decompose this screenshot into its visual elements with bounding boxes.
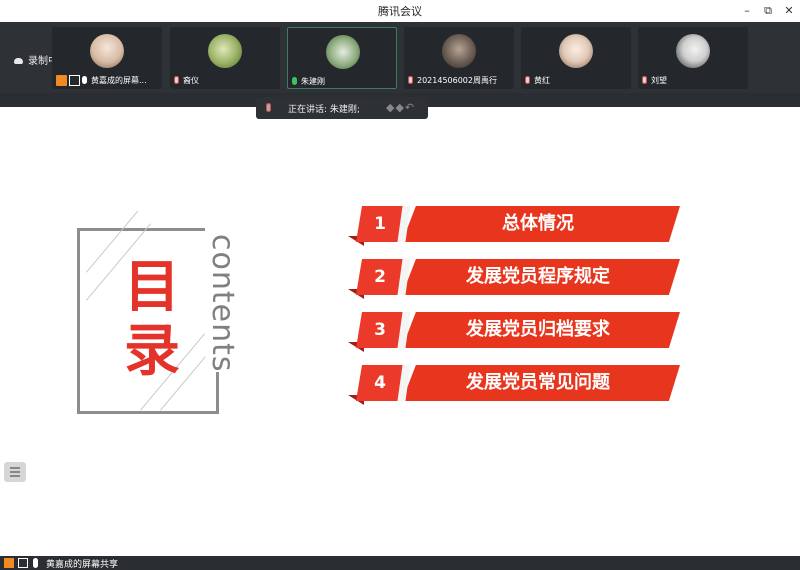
share-status-bar: 黄嘉成的屏幕共享: [0, 556, 800, 570]
toc-text: 发展党员常见问题: [466, 372, 610, 393]
screen-share-icon: [18, 558, 28, 568]
participant-tile[interactable]: 黄嘉成的屏幕...: [52, 27, 162, 89]
mic-icon: [82, 76, 87, 84]
participant-tile[interactable]: 朱建刚: [287, 27, 397, 89]
participant-name: 刘望: [651, 75, 667, 85]
mic-icon: [292, 77, 297, 85]
mic-icon: [266, 103, 271, 112]
toc-number: 1: [374, 214, 386, 234]
toc-item: 3 发展党员归档要求: [348, 312, 680, 352]
participant-tile[interactable]: 刘望: [638, 27, 748, 89]
participant-tile[interactable]: 裔仪: [170, 27, 280, 89]
screen-share-icon: [69, 74, 80, 86]
participant-avatar: [326, 35, 360, 69]
participant-avatar: [90, 34, 124, 68]
participant-name: 20214506002周禹行: [417, 75, 497, 85]
slide-title-char: 录: [124, 319, 180, 384]
toc-item: 4 发展党员常见问题: [348, 365, 680, 405]
reaction-icon[interactable]: ◆◆↶: [386, 101, 420, 115]
window-title: 腾讯会议: [378, 5, 422, 18]
participant-name: 裔仪: [183, 75, 199, 85]
close-icon[interactable]: ✕: [781, 3, 797, 19]
participant-name: 黄红: [534, 75, 550, 85]
participant-avatar: [559, 34, 593, 68]
participant-strip: 录制中 黄嘉成的屏幕... 裔仪 朱建刚 20214506002周禹行 黄红 刘…: [0, 22, 800, 93]
title-bar: 腾讯会议 – ⧉ ✕: [0, 0, 800, 23]
person-icon: [56, 74, 67, 86]
share-label: 黄嘉成的屏幕共享: [46, 560, 119, 570]
restore-icon[interactable]: ⧉: [760, 3, 776, 19]
participant-name: 黄嘉成的屏幕...: [91, 75, 147, 85]
minimize-icon[interactable]: –: [739, 3, 755, 19]
toc-text: 发展党员归档要求: [466, 319, 610, 340]
toc-number: 2: [374, 267, 386, 287]
toc-number: 3: [374, 320, 386, 340]
participant-tile[interactable]: 20214506002周禹行: [404, 27, 514, 89]
person-icon: [4, 558, 14, 568]
mic-muted-icon: [642, 76, 647, 84]
slide-title-char: 目: [124, 255, 180, 320]
toc-text: 发展党员程序规定: [466, 266, 610, 287]
participant-avatar: [208, 34, 242, 68]
cloud-icon: [14, 58, 23, 64]
participant-tile[interactable]: 黄红: [521, 27, 631, 89]
slide-subtitle: contents: [205, 234, 240, 373]
mic-icon: [33, 558, 38, 568]
participant-avatar: [442, 34, 476, 68]
mic-muted-icon: [174, 76, 179, 84]
toc-item: 1 总体情况: [348, 206, 680, 246]
speaking-label: 正在讲话: 朱建刚;: [288, 105, 360, 115]
participant-name: 朱建刚: [301, 76, 325, 86]
mic-muted-icon: [408, 76, 413, 84]
toc-item: 2 发展党员程序规定: [348, 259, 680, 299]
speaking-indicator: 正在讲话: 朱建刚; ◆◆↶: [256, 97, 428, 119]
participant-avatar: [676, 34, 710, 68]
side-menu-handle[interactable]: [4, 462, 26, 482]
toc-number: 4: [374, 373, 386, 393]
mic-muted-icon: [525, 76, 530, 84]
toc-text: 总体情况: [502, 213, 574, 234]
